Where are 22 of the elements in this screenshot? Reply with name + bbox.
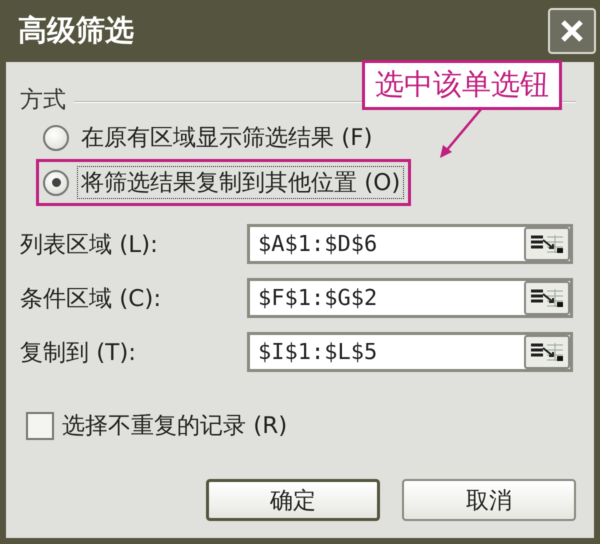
range-grid-icon bbox=[529, 288, 565, 308]
radio-button[interactable]: 在原有区域显示筛选结果 (F) bbox=[43, 121, 376, 154]
field-label: 复制到 (T): bbox=[20, 338, 138, 368]
close-button[interactable] bbox=[548, 8, 596, 54]
dialog-button[interactable]: 确定 bbox=[206, 479, 380, 521]
input-field[interactable]: $F$1:$G$2 bbox=[247, 278, 573, 318]
annotation-callout: 选中该单选钮 bbox=[362, 60, 562, 110]
field-label: 条件区域 (C): bbox=[20, 284, 162, 314]
range-grid-icon bbox=[529, 342, 565, 362]
close-icon bbox=[559, 18, 585, 44]
checkbox[interactable]: 选择不重复的记录 (R) bbox=[26, 410, 576, 441]
group-label: 方式 bbox=[20, 86, 66, 114]
range-select-button[interactable] bbox=[524, 227, 570, 261]
range-select-button[interactable] bbox=[524, 335, 570, 369]
range-grid-icon bbox=[529, 234, 565, 254]
window-title: 高级筛选 bbox=[18, 12, 134, 49]
annotation-arrow bbox=[440, 107, 483, 158]
input-field[interactable]: $A$1:$D$6 bbox=[247, 224, 573, 264]
field-label: 列表区域 (L): bbox=[20, 230, 159, 260]
range-select-button[interactable] bbox=[524, 281, 570, 315]
input-field[interactable]: $I$1:$L$5 bbox=[247, 332, 573, 372]
dialog-button[interactable]: 取消 bbox=[402, 479, 576, 521]
